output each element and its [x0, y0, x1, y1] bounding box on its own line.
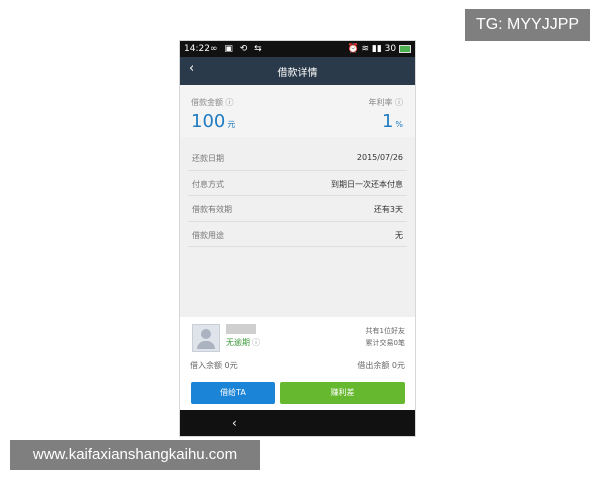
rate-label: 年利率 ⓘ	[368, 97, 403, 108]
amount-unit: 元	[227, 120, 236, 129]
battery-icon	[399, 44, 411, 53]
detail-key: 付息方式	[192, 179, 224, 189]
watermark-bottom: www.kaifaxianshangkaihu.com	[10, 440, 260, 470]
loan-detail-list: 还款日期 2015/07/26 付息方式 到期日一次还本付息 借款有效期 还有3…	[180, 145, 415, 247]
friends-count: 共有1位好友	[365, 327, 405, 335]
amount-value: 100 元	[191, 111, 235, 132]
detail-row-interest-method: 付息方式 到期日一次还本付息	[188, 171, 407, 196]
detail-row-valid-period: 借款有效期 还有3天	[188, 196, 407, 222]
lend-balance: 借出余额 0元	[357, 361, 405, 370]
system-nav-bar: ‹	[180, 410, 415, 436]
loan-summary: 借款金额 ⓘ 100 元 年利率 ⓘ 1%	[180, 85, 415, 137]
info-icon[interactable]: ⓘ	[252, 338, 260, 347]
detail-key: 借款用途	[192, 230, 224, 240]
status-time: 14:22	[184, 44, 210, 54]
status-right-icons-text: ⏰ ≋ ▮▮ 30	[347, 44, 397, 54]
trades-count: 累计交易0笔	[365, 339, 405, 347]
borrower-card: 无逾期 ⓘ 共有1位好友 累计交易0笔 借入余额 0元 借出余额 0元 借给TA …	[180, 317, 415, 410]
detail-key: 还款日期	[192, 154, 224, 163]
amount-number: 100	[191, 111, 226, 132]
rate-label-text: 年利率	[368, 98, 393, 107]
borrow-balance: 借入余额 0元	[190, 361, 238, 370]
system-back-icon[interactable]: ‹	[232, 416, 237, 430]
phone-screen: 14:22 ∞ ▣ ⟲ ⇆ ⏰ ≋ ▮▮ 30 ‹ 借款详情 借款金额 ⓘ 10…	[179, 40, 416, 437]
info-icon[interactable]: ⓘ	[395, 98, 403, 107]
amount-label: 借款金额 ⓘ	[191, 97, 234, 108]
earn-spread-button[interactable]: 赚利差	[280, 382, 405, 404]
status-right-icons: ⏰ ≋ ▮▮ 30	[347, 41, 411, 57]
watermark-top: TG: MYYJJPP	[465, 9, 590, 41]
rate-unit: %	[395, 120, 403, 129]
lend-to-them-button[interactable]: 借给TA	[191, 382, 275, 404]
amount-label-text: 借款金额	[191, 98, 223, 107]
status-bar: 14:22 ∞ ▣ ⟲ ⇆ ⏰ ≋ ▮▮ 30	[180, 41, 415, 57]
detail-value: 2015/07/26	[356, 153, 403, 162]
overdue-status: 无逾期 ⓘ	[226, 337, 260, 348]
detail-row-purpose: 借款用途 无	[188, 222, 407, 247]
rate-value: 1%	[382, 111, 403, 132]
detail-value: 到期日一次还本付息	[331, 179, 403, 189]
detail-value: 还有3天	[373, 205, 403, 214]
page-title: 借款详情	[277, 68, 318, 79]
overdue-status-text: 无逾期	[226, 338, 250, 347]
top-navbar: ‹ 借款详情	[180, 57, 415, 85]
borrower-name-blurred	[226, 324, 256, 334]
info-icon[interactable]: ⓘ	[226, 98, 234, 107]
detail-row-repay-date: 还款日期 2015/07/26	[188, 145, 407, 171]
rate-number: 1	[381, 111, 394, 132]
avatar[interactable]	[192, 324, 220, 352]
status-left-icons: ∞ ▣ ⟲ ⇆	[210, 44, 264, 54]
detail-value: 无	[395, 230, 403, 240]
detail-key: 借款有效期	[192, 205, 232, 214]
borrower-stats: 共有1位好友 累计交易0笔	[366, 325, 405, 349]
